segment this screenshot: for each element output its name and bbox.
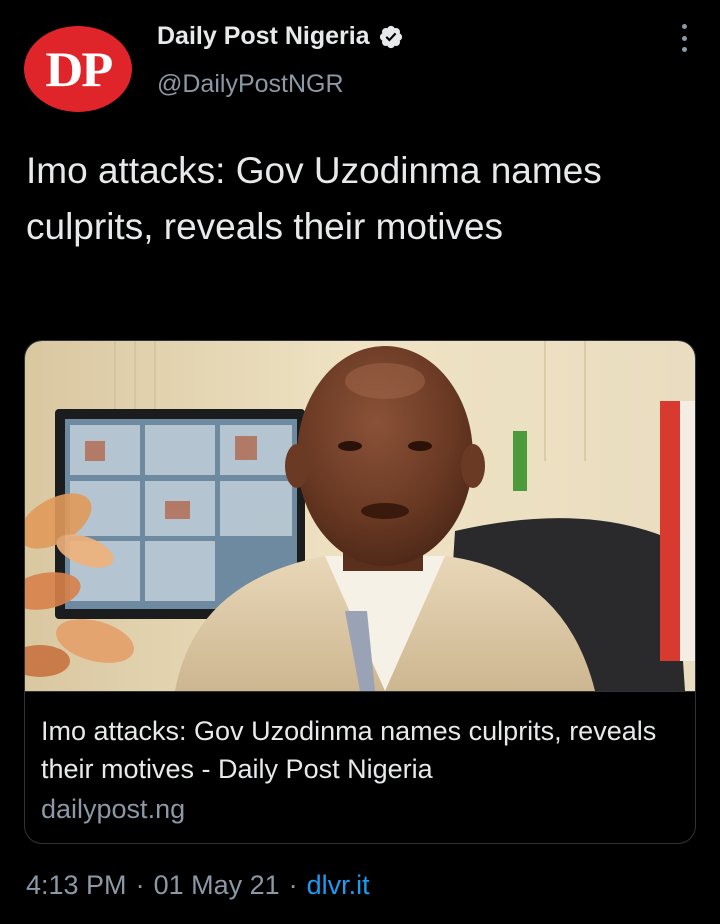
author-name-row[interactable]: Daily Post Nigeria: [157, 22, 404, 51]
avatar[interactable]: DP: [24, 26, 132, 112]
author-display-name[interactable]: Daily Post Nigeria: [157, 22, 370, 51]
more-dot: [681, 24, 687, 29]
card-photo: [25, 341, 695, 691]
more-vertical-icon[interactable]: [678, 24, 690, 52]
verified-badge-icon: [378, 24, 404, 50]
tweet-date[interactable]: 01 May 21: [154, 870, 280, 901]
tweet-meta: 4:13 PM · 01 May 21 · dlvr.it: [26, 870, 370, 901]
tweet-text: Imo attacks: Gov Uzodinma names culprits…: [26, 150, 602, 247]
card-image[interactable]: [25, 341, 695, 691]
tweet-time[interactable]: 4:13 PM: [26, 870, 127, 901]
meta-separator: ·: [288, 870, 298, 900]
tweet-detail-view: DP Daily Post Nigeria @DailyPostNGR Imo …: [0, 0, 720, 924]
tweet-source-link[interactable]: dlvr.it: [307, 870, 370, 901]
author-handle[interactable]: @DailyPostNGR: [157, 70, 344, 99]
card-domain: dailypost.ng: [41, 794, 186, 824]
avatar-logo-text: DP: [45, 41, 113, 97]
card-title[interactable]: Imo attacks: Gov Uzodinma names culprits…: [41, 712, 681, 788]
more-dot: [681, 47, 687, 52]
card-body[interactable]: Imo attacks: Gov Uzodinma names culprits…: [25, 691, 695, 843]
link-preview-card[interactable]: Imo attacks: Gov Uzodinma names culprits…: [24, 340, 696, 844]
more-dot: [681, 35, 687, 41]
meta-separator: ·: [135, 870, 145, 900]
